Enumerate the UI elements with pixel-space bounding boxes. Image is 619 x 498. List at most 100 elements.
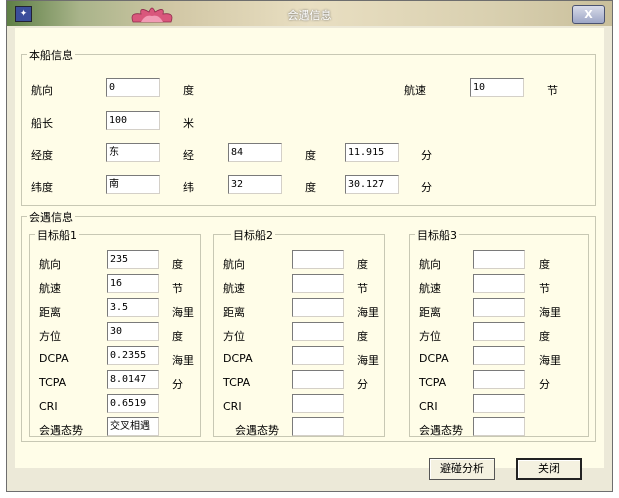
t1-tcpa-unit: 分 (172, 378, 183, 391)
t2-speed-unit: 节 (357, 282, 368, 295)
t1-speed-field[interactable]: 16 (107, 274, 159, 293)
own-heading-field[interactable]: 0 (106, 78, 160, 97)
own-ship-group-title: 本船信息 (27, 47, 75, 63)
t2-distance-unit: 海里 (357, 306, 379, 319)
t1-tcpa-label: TCPA (39, 376, 67, 389)
t1-situation-label: 会遇态势 (39, 424, 83, 437)
own-speed-label: 航速 (404, 84, 426, 97)
own-heading-label: 航向 (31, 84, 53, 97)
own-length-label: 船长 (31, 117, 53, 130)
latitude-word: 纬 (183, 181, 194, 194)
longitude-minute-field[interactable]: 11.915 (345, 143, 399, 162)
t2-situation-field[interactable] (292, 417, 344, 436)
longitude-word: 经 (183, 149, 194, 162)
t3-tcpa-unit: 分 (539, 378, 550, 391)
t3-speed-label: 航速 (419, 282, 441, 295)
target-ship-1-title: 目标船1 (35, 227, 79, 243)
latitude-hemisphere-field[interactable]: 南 (106, 175, 160, 194)
own-heading-unit: 度 (183, 84, 194, 97)
longitude-minute-unit: 分 (421, 149, 432, 162)
t2-dcpa-unit: 海里 (357, 354, 379, 367)
t3-dcpa-unit: 海里 (539, 354, 561, 367)
t1-distance-label: 距离 (39, 306, 61, 319)
t1-bearing-field[interactable]: 30 (107, 322, 159, 341)
t1-bearing-label: 方位 (39, 330, 61, 343)
own-length-field[interactable]: 100 (106, 111, 160, 130)
t3-cri-label: CRI (419, 400, 438, 413)
t2-cri-label: CRI (223, 400, 242, 413)
t3-speed-unit: 节 (539, 282, 550, 295)
t2-heading-label: 航向 (223, 258, 245, 271)
t1-dcpa-field[interactable]: 0.2355 (107, 346, 159, 365)
t2-distance-label: 距离 (223, 306, 245, 319)
t2-tcpa-unit: 分 (357, 378, 368, 391)
t2-bearing-field[interactable] (292, 322, 344, 341)
t2-bearing-label: 方位 (223, 330, 245, 343)
collision-analysis-button[interactable]: 避碰分析 (429, 458, 495, 480)
t1-cri-label: CRI (39, 400, 58, 413)
t3-dcpa-field[interactable] (473, 346, 525, 365)
t2-cri-field[interactable] (292, 394, 344, 413)
encounter-group-title: 会遇信息 (27, 209, 75, 225)
longitude-label: 经度 (31, 149, 53, 162)
latitude-degree-unit: 度 (305, 181, 316, 194)
window-title: 会遇信息 (287, 9, 332, 22)
t1-dcpa-label: DCPA (39, 352, 69, 365)
latitude-label: 纬度 (31, 181, 53, 194)
t2-situation-label: 会遇态势 (235, 424, 279, 437)
target-ship-3-title: 目标船3 (415, 227, 459, 243)
longitude-degree-field[interactable]: 84 (228, 143, 282, 162)
t3-distance-field[interactable] (473, 298, 525, 317)
t2-tcpa-label: TCPA (223, 376, 251, 389)
t1-distance-unit: 海里 (172, 306, 194, 319)
t3-heading-label: 航向 (419, 258, 441, 271)
t1-heading-unit: 度 (172, 258, 183, 271)
t1-speed-unit: 节 (172, 282, 183, 295)
latitude-minute-unit: 分 (421, 181, 432, 194)
close-window-button[interactable]: X (572, 5, 605, 24)
t1-heading-label: 航向 (39, 258, 61, 271)
t1-heading-field[interactable]: 235 (107, 250, 159, 269)
t2-heading-unit: 度 (357, 258, 368, 271)
title-bar[interactable]: ✦ 会遇信息 X (7, 1, 612, 26)
t1-dcpa-unit: 海里 (172, 354, 194, 367)
t3-tcpa-field[interactable] (473, 370, 525, 389)
t2-distance-field[interactable] (292, 298, 344, 317)
t1-situation-field[interactable]: 交叉相遇 (107, 417, 159, 436)
latitude-minute-field[interactable]: 30.127 (345, 175, 399, 194)
t3-situation-label: 会遇态势 (419, 424, 463, 437)
encounter-info-window: ✦ 会遇信息 X 本船信息 航向 0 度 航速 10 节 船长 100 米 经度… (6, 0, 613, 492)
t3-bearing-unit: 度 (539, 330, 550, 343)
t2-speed-field[interactable] (292, 274, 344, 293)
own-speed-unit: 节 (547, 84, 558, 97)
t3-situation-field[interactable] (473, 417, 525, 436)
t3-tcpa-label: TCPA (419, 376, 447, 389)
latitude-degree-field[interactable]: 32 (228, 175, 282, 194)
t2-tcpa-field[interactable] (292, 370, 344, 389)
t1-cri-field[interactable]: 0.6519 (107, 394, 159, 413)
t2-heading-field[interactable] (292, 250, 344, 269)
t2-dcpa-field[interactable] (292, 346, 344, 365)
t1-distance-field[interactable]: 3.5 (107, 298, 159, 317)
t2-speed-label: 航速 (223, 282, 245, 295)
t3-bearing-label: 方位 (419, 330, 441, 343)
own-length-unit: 米 (183, 117, 194, 130)
own-speed-field[interactable]: 10 (470, 78, 524, 97)
t3-heading-field[interactable] (473, 250, 525, 269)
t3-cri-field[interactable] (473, 394, 525, 413)
longitude-hemisphere-field[interactable]: 东 (106, 143, 160, 162)
target-ship-2-title: 目标船2 (231, 227, 275, 243)
t2-dcpa-label: DCPA (223, 352, 253, 365)
longitude-degree-unit: 度 (305, 149, 316, 162)
t1-tcpa-field[interactable]: 8.0147 (107, 370, 159, 389)
t3-distance-label: 距离 (419, 306, 441, 319)
t3-speed-field[interactable] (473, 274, 525, 293)
t3-dcpa-label: DCPA (419, 352, 449, 365)
t2-bearing-unit: 度 (357, 330, 368, 343)
t3-heading-unit: 度 (539, 258, 550, 271)
close-button[interactable]: 关闭 (516, 458, 582, 480)
t3-bearing-field[interactable] (473, 322, 525, 341)
t3-distance-unit: 海里 (539, 306, 561, 319)
t1-bearing-unit: 度 (172, 330, 183, 343)
dialog-client-area: 本船信息 航向 0 度 航速 10 节 船长 100 米 经度 东 经 84 度… (15, 28, 604, 480)
